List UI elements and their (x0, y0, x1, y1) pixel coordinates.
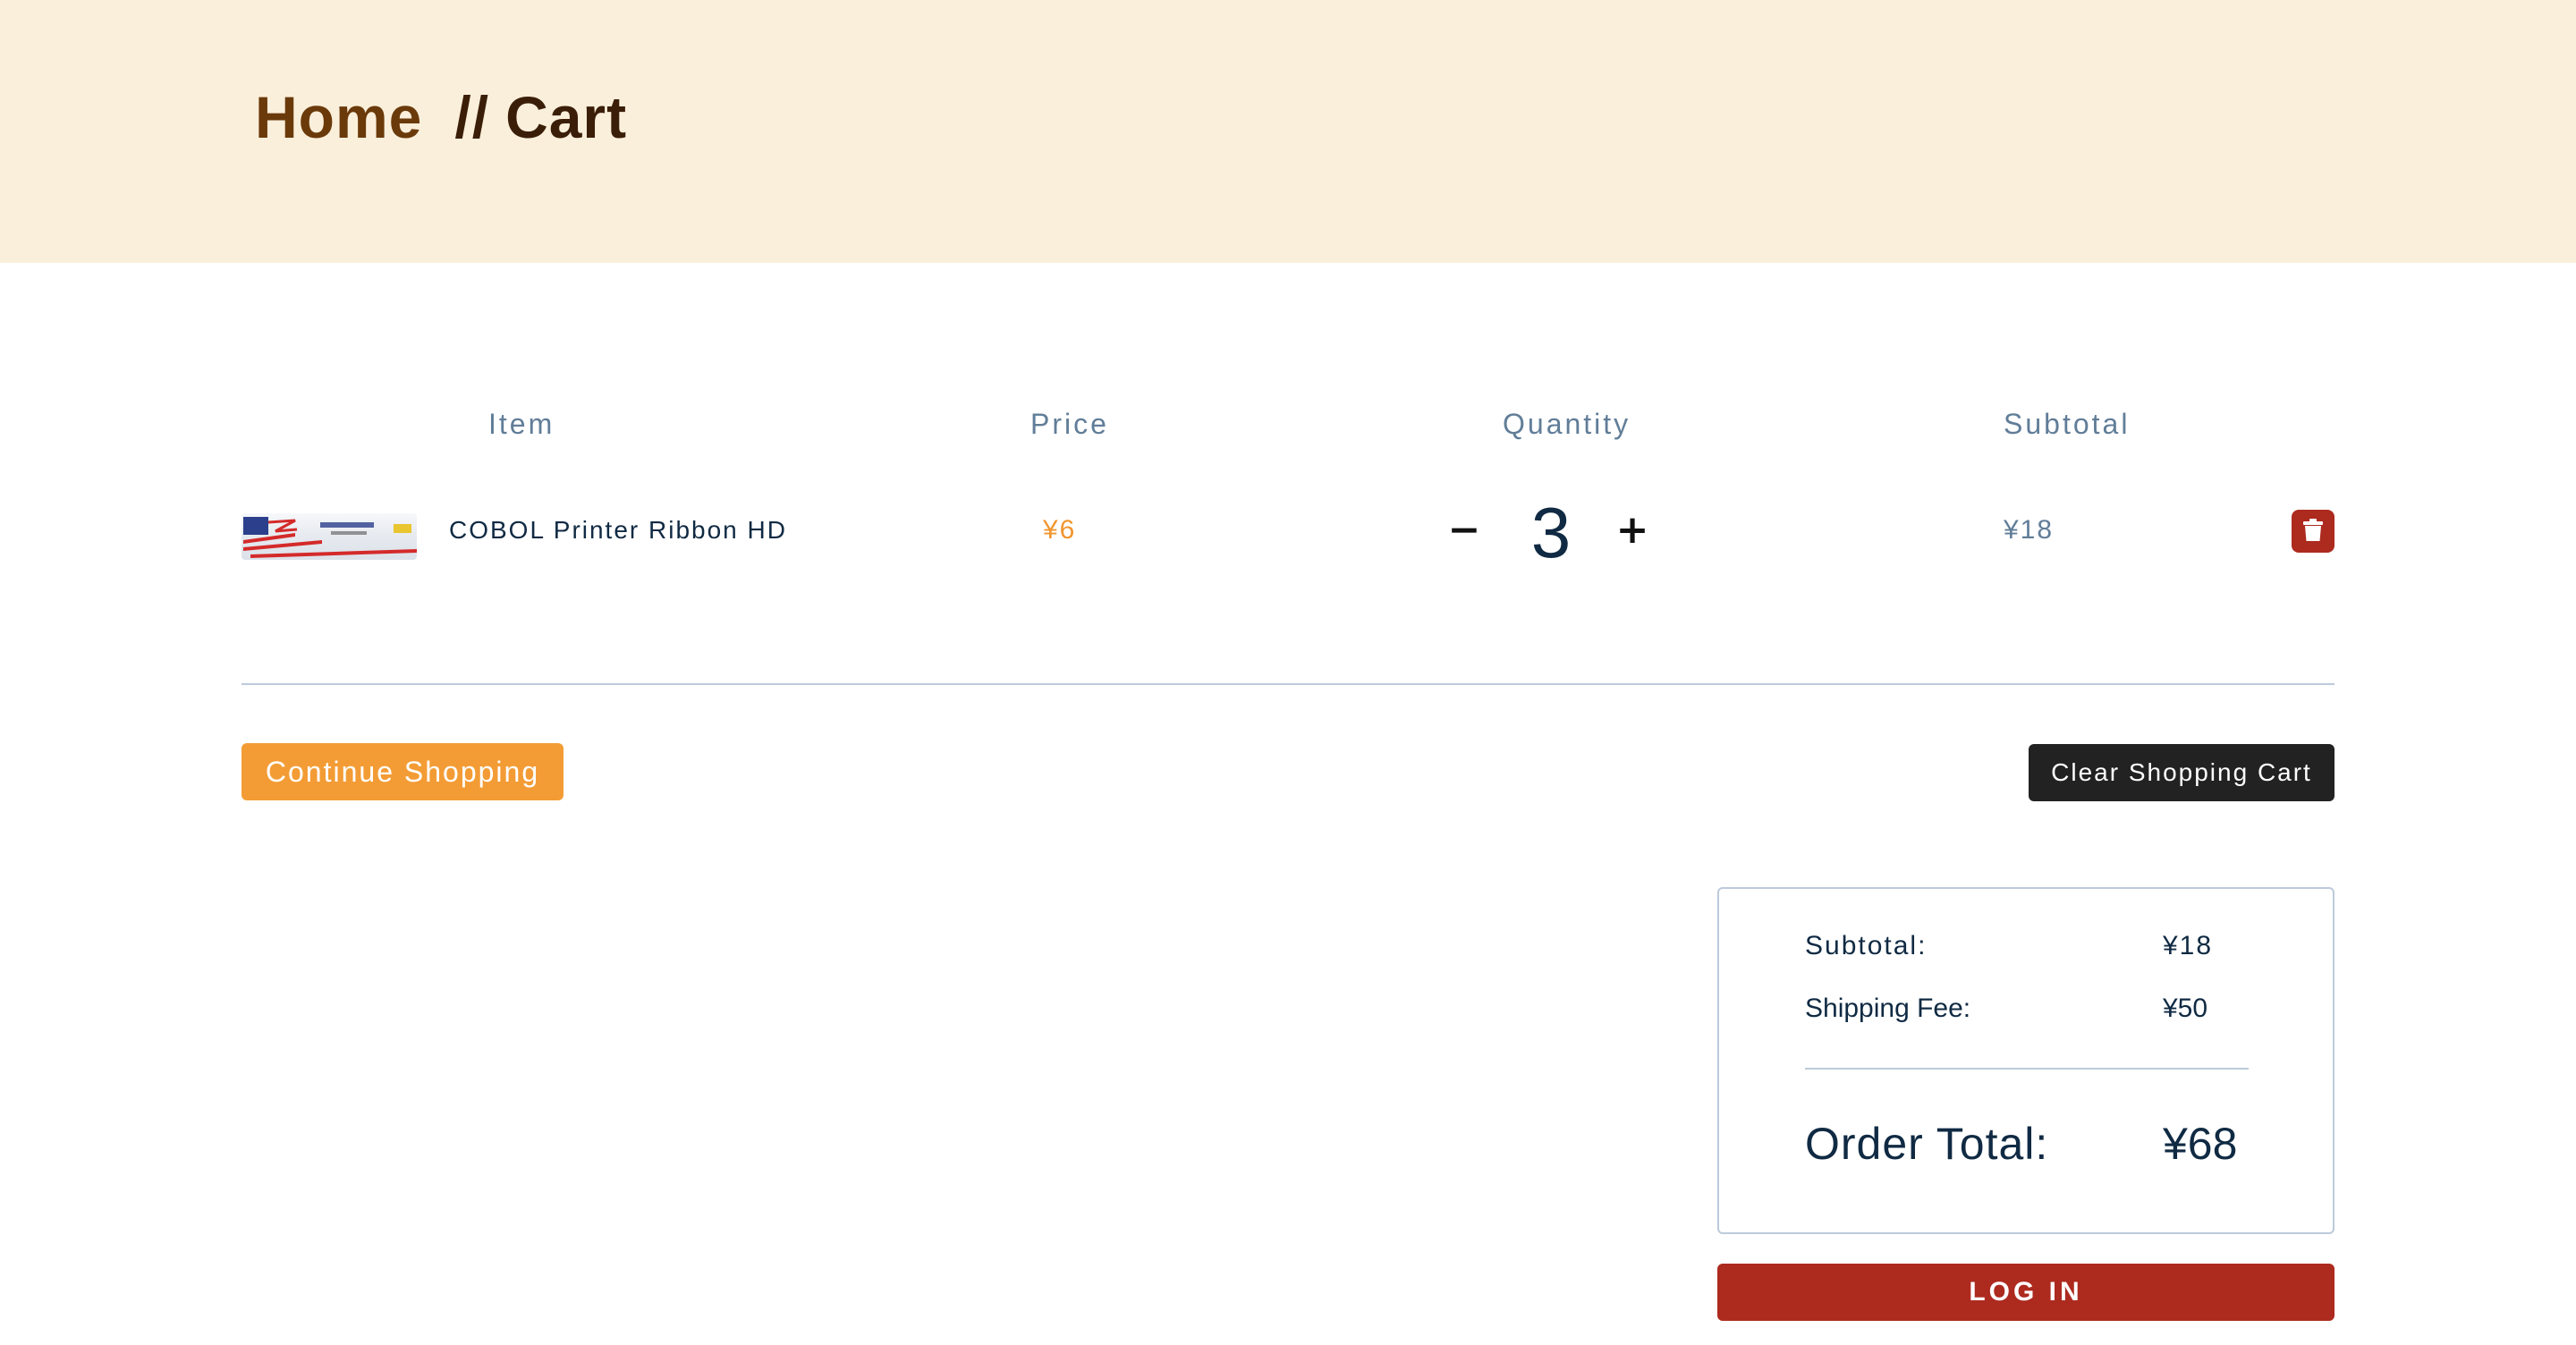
totals-shipping-label: Shipping Fee: (1805, 994, 1971, 1023)
totals-subtotal-value: ¥18 (2163, 931, 2214, 960)
breadcrumb-separator: // (454, 84, 490, 150)
totals-shipping-value: ¥50 (2163, 994, 2208, 1023)
cart-item-name: COBOL Printer Ribbon HD (449, 516, 787, 544)
column-header-price: Price (1030, 408, 1109, 440)
cart-item-subtotal: ¥18 (2004, 515, 2055, 545)
quantity-value: 3 (1530, 493, 1572, 572)
page-hero: Home //Cart (0, 0, 2576, 263)
column-header-quantity: Quantity (1503, 408, 1631, 440)
breadcrumb: Home //Cart (255, 84, 627, 150)
cart-divider (242, 683, 2334, 685)
continue-shopping-button[interactable]: Continue Shopping (242, 743, 564, 800)
quantity-increase-button[interactable]: + (1608, 506, 1657, 554)
quantity-decrease-button[interactable]: − (1440, 506, 1488, 554)
trash-icon (2303, 518, 2323, 545)
cart-totals-panel: Subtotal: ¥18 Shipping Fee: ¥50 Order To… (1717, 887, 2334, 1234)
totals-divider (1805, 1068, 2249, 1070)
cart-page: Home //Cart Item Price Quantity Subtotal (0, 0, 2576, 1345)
breadcrumb-home-link[interactable]: Home (255, 84, 422, 150)
cart-item-row: COBOL Printer Ribbon HD ¥6 − 3 + ¥18 (242, 495, 2334, 571)
cart-item-price: ¥6 (1043, 515, 1077, 545)
remove-item-button[interactable] (2292, 510, 2334, 553)
product-thumbnail (242, 513, 417, 560)
clear-cart-button[interactable]: Clear Shopping Cart (2029, 744, 2334, 801)
breadcrumb-current: Cart (505, 84, 628, 150)
column-header-item: Item (488, 408, 555, 440)
order-total-value: ¥68 (2163, 1119, 2238, 1169)
order-total-label: Order Total: (1805, 1119, 2049, 1169)
login-button[interactable]: LOG IN (1717, 1264, 2334, 1321)
totals-subtotal-label: Subtotal: (1805, 931, 1928, 960)
column-header-subtotal: Subtotal (2004, 408, 2131, 440)
